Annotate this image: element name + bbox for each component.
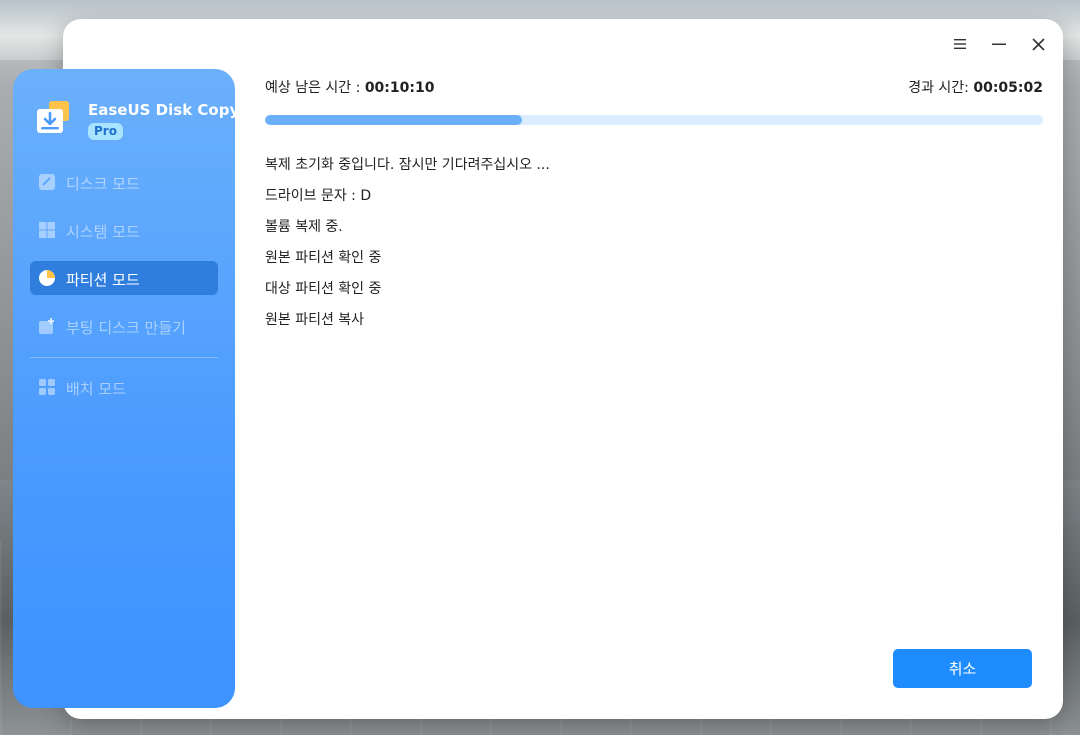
- sidebar-item-label: 파티션 모드: [66, 271, 140, 289]
- elapsed-time-label: 경과 시간:: [908, 80, 974, 96]
- sidebar-item-partition-mode[interactable]: 파티션 모드: [30, 261, 218, 295]
- sidebar-item-system-mode[interactable]: 시스템 모드: [30, 213, 218, 247]
- progress-bar-fill: [265, 115, 522, 125]
- pie-partition-icon: [38, 269, 56, 287]
- progress-bar: [265, 115, 1043, 125]
- sidebar-item-disk-mode[interactable]: 디스크 모드: [30, 165, 218, 199]
- sidebar-item-bootable-disk[interactable]: 부팅 디스크 만들기: [30, 309, 218, 343]
- log-line: 원본 파티션 확인 중: [265, 250, 382, 266]
- disk-icon: [38, 173, 56, 191]
- bootable-disk-icon: [38, 317, 56, 335]
- remaining-time-label: 예상 남은 시간 :: [265, 80, 365, 96]
- cancel-button[interactable]: 취소: [893, 649, 1032, 688]
- windows-icon: [38, 221, 56, 239]
- time-row: 예상 남은 시간 : 00:10:10 경과 시간: 00:05:02: [265, 77, 1043, 97]
- app-name: EaseUS Disk Copy: [88, 101, 240, 119]
- log-line: 드라이브 문자 : D: [265, 188, 372, 204]
- remaining-time: 예상 남은 시간 : 00:10:10: [265, 77, 434, 97]
- elapsed-time: 경과 시간: 00:05:02: [908, 77, 1043, 97]
- elapsed-time-value: 00:05:02: [973, 80, 1043, 96]
- brand: EaseUS Disk Copy Pro: [35, 99, 239, 149]
- operation-log: 복제 초기화 중입니다. 잠시만 기다려주십시오 ... 드라이브 문자 : D 볼…: [265, 156, 1043, 342]
- main-content: 예상 남은 시간 : 00:10:10 경과 시간: 00:05:02 복제 초…: [265, 19, 1043, 719]
- sidebar-divider: [30, 357, 218, 358]
- sidebar-item-label: 부팅 디스크 만들기: [66, 319, 186, 337]
- log-line: 볼륨 복제 중.: [265, 219, 343, 235]
- disk-copy-logo-icon: [35, 99, 71, 135]
- sidebar-item-label: 시스템 모드: [66, 223, 140, 241]
- sidebar-panel: EaseUS Disk Copy Pro 디스크 모드 시스템 모드 파티션 모…: [13, 69, 239, 689]
- sidebar-item-batch-mode[interactable]: 배치 모드: [30, 370, 218, 404]
- sidebar-item-label: 배치 모드: [66, 380, 126, 398]
- grid-icon: [38, 378, 56, 396]
- log-line: 복제 초기화 중입니다. 잠시만 기다려주십시오 ...: [265, 157, 550, 173]
- pro-badge: Pro: [88, 123, 123, 140]
- remaining-time-value: 00:10:10: [364, 80, 435, 96]
- sidebar-item-label: 디스크 모드: [66, 175, 140, 193]
- log-line: 원본 파티션 복사: [265, 312, 365, 328]
- log-line: 대상 파티션 확인 중: [265, 281, 382, 297]
